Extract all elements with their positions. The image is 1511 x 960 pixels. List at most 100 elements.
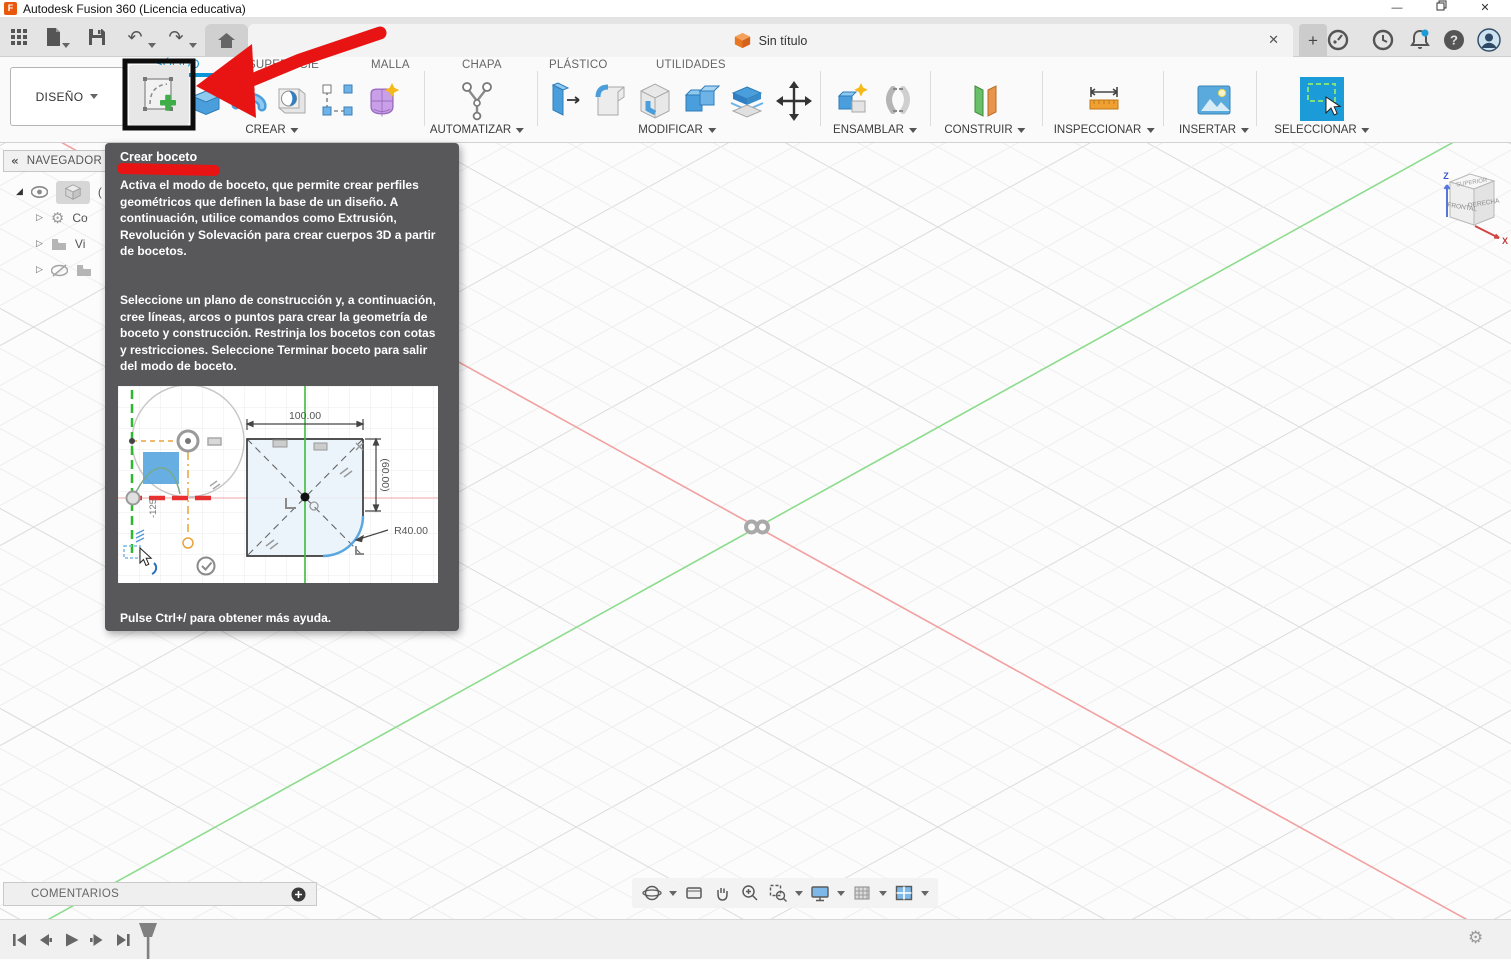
fillet-button[interactable] — [590, 79, 630, 123]
expander-icon[interactable]: ▷ — [36, 239, 43, 249]
browser-row-views[interactable]: ▷ Vi — [36, 232, 85, 256]
automate-button[interactable] — [457, 79, 497, 123]
group-insertar[interactable]: INSERTAR — [1179, 124, 1250, 136]
origin-marker[interactable] — [744, 519, 770, 535]
ribbon-toolbar: DISEÑO SÓLIDO SUPERFICIE MALLA CHAPA PLÁ… — [0, 57, 1511, 143]
group-seleccionar[interactable]: SELECCIONAR — [1274, 124, 1370, 136]
timeline-step-forward-button[interactable] — [86, 930, 108, 950]
eye-off-icon[interactable] — [50, 263, 68, 277]
move-copy-button[interactable] — [774, 79, 814, 123]
minimize-button[interactable]: — — [1380, 0, 1414, 17]
group-ensamblar[interactable]: ENSAMBLAR — [833, 124, 917, 136]
pattern-button[interactable] — [317, 79, 357, 123]
tab-plastico[interactable]: PLÁSTICO — [549, 59, 607, 71]
red-underline-annotation — [116, 162, 221, 177]
document-tab[interactable]: Sin título ✕ — [248, 24, 1293, 57]
gear-icon: ⚙ — [50, 209, 65, 227]
notifications-button[interactable] — [1406, 26, 1434, 54]
split-body-button[interactable] — [727, 79, 767, 123]
press-pull-button[interactable] — [545, 79, 585, 123]
tab-malla[interactable]: MALLA — [371, 59, 410, 71]
timeline-play-button[interactable] — [60, 930, 82, 950]
extensions-button[interactable] — [1324, 26, 1352, 54]
group-modificar[interactable]: MODIFICAR — [638, 124, 716, 136]
undo-caret[interactable] — [148, 43, 156, 48]
expander-icon[interactable]: ▷ — [36, 213, 43, 223]
document-root-button[interactable] — [55, 180, 90, 204]
home-tab[interactable] — [205, 24, 248, 57]
pan-button[interactable] — [710, 881, 734, 905]
tooltip-title: Crear boceto — [120, 150, 198, 164]
orbit-button[interactable] — [640, 881, 664, 905]
width-dimension: 100.00 — [289, 410, 321, 422]
restore-button[interactable] — [1424, 0, 1458, 17]
add-comment-icon[interactable] — [291, 887, 306, 902]
group-crear[interactable]: CREAR — [245, 124, 299, 136]
home-icon — [218, 33, 235, 48]
group-automatizar[interactable]: AUTOMATIZAR — [430, 124, 525, 136]
insert-canvas-button[interactable] — [1194, 79, 1234, 123]
timeline-step-back-button[interactable] — [34, 930, 56, 950]
expander-icon[interactable]: ▷ — [36, 265, 43, 275]
browser-row-settings[interactable]: ▷ ⚙ Co — [36, 206, 88, 230]
extrude-button[interactable] — [186, 79, 226, 123]
revolve-button[interactable] — [228, 79, 268, 123]
group-construir[interactable]: CONSTRUIR — [944, 124, 1026, 136]
group-inspeccionar[interactable]: INSPECCIONAR — [1054, 124, 1155, 136]
fit-button[interactable] — [766, 881, 790, 905]
zoom-button[interactable] — [738, 881, 762, 905]
expander-icon[interactable]: ◢ — [16, 187, 23, 197]
joint-button[interactable] — [878, 79, 918, 123]
split-body-icon — [730, 86, 764, 118]
create-sketch-icon — [143, 77, 176, 111]
create-sketch-button[interactable] — [129, 65, 189, 125]
fit-caret[interactable] — [795, 890, 803, 896]
viewports-button[interactable] — [892, 881, 916, 905]
undo-button[interactable]: ↶ — [122, 25, 148, 49]
close-button[interactable]: ✕ — [1468, 0, 1502, 17]
tab-superficie[interactable]: SUPERFICIE — [248, 59, 319, 71]
save-button[interactable] — [84, 25, 110, 49]
new-component-button[interactable] — [833, 79, 873, 123]
display-settings-button[interactable] — [808, 881, 832, 905]
measure-button[interactable] — [1084, 79, 1124, 123]
browser-root-row[interactable]: ◢ ( — [16, 180, 102, 204]
hole-button[interactable] — [271, 79, 311, 123]
timeline-marker[interactable] — [135, 921, 165, 960]
browser-header[interactable]: « NAVEGADOR — [3, 150, 117, 172]
tab-utilidades[interactable]: UTILIDADES — [656, 59, 726, 71]
collapse-panel-icon[interactable]: « — [11, 154, 19, 168]
construct-plane-button[interactable] — [965, 79, 1005, 123]
create-form-button[interactable] — [362, 79, 402, 123]
tooltip-paragraph: Seleccione un plano de construcción y, a… — [120, 293, 436, 373]
root-label: ( — [97, 185, 102, 199]
new-document-button[interactable]: + — [1299, 24, 1327, 57]
browser-row-origin[interactable]: ▷ — [36, 258, 100, 282]
job-status-button[interactable] — [1369, 26, 1397, 54]
file-menu-caret[interactable] — [62, 43, 70, 48]
orbit-caret[interactable] — [669, 890, 677, 896]
combine-button[interactable] — [680, 79, 720, 123]
comments-bar[interactable]: COMENTARIOS — [3, 882, 317, 906]
help-button[interactable]: ? — [1440, 26, 1468, 54]
display-settings-caret[interactable] — [837, 890, 845, 896]
look-at-button[interactable] — [682, 881, 706, 905]
sketch-example-image: -125 100.00 (60.00) R40.00 — [118, 386, 438, 583]
shell-button[interactable] — [635, 79, 675, 123]
redo-button[interactable]: ↷ — [163, 25, 189, 49]
viewports-caret[interactable] — [921, 890, 929, 896]
timeline-settings-gear-icon[interactable]: ⚙ — [1468, 928, 1483, 948]
view-cube[interactable]: SUPERIOR FRONTAL DERECHA Z X — [1433, 155, 1511, 253]
user-avatar[interactable] — [1475, 26, 1503, 54]
select-button[interactable] — [1300, 77, 1344, 121]
document-close-icon[interactable]: ✕ — [1268, 32, 1279, 48]
timeline-go-to-start-button[interactable] — [8, 930, 30, 950]
timeline-go-to-end-button[interactable] — [112, 930, 134, 950]
data-panel-button[interactable] — [6, 25, 32, 49]
workspace-selector[interactable]: DISEÑO — [10, 67, 124, 126]
grid-settings-button[interactable] — [850, 881, 874, 905]
grid-settings-caret[interactable] — [879, 890, 887, 896]
visibility-eye-icon[interactable] — [30, 186, 48, 198]
redo-caret[interactable] — [189, 43, 197, 48]
tab-chapa[interactable]: CHAPA — [462, 59, 502, 71]
